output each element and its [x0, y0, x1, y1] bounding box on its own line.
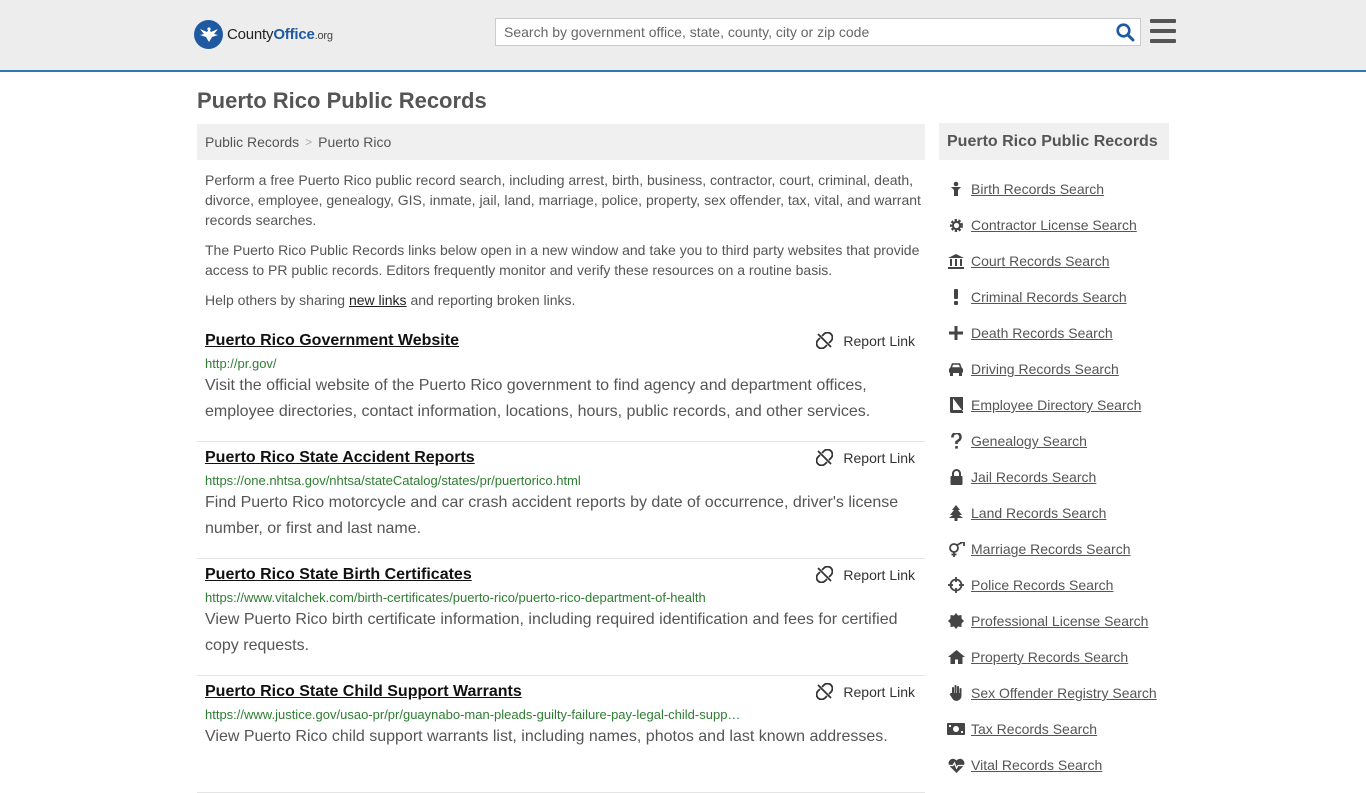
sidebar-link[interactable]: Employee Directory Search — [971, 397, 1141, 413]
page-title: Puerto Rico Public Records — [197, 88, 487, 113]
sidebar-item-sex-offender-registry: Sex Offender Registry Search — [939, 675, 1169, 711]
sidebar-link[interactable]: Land Records Search — [971, 505, 1106, 521]
sidebar-link[interactable]: Vital Records Search — [971, 757, 1102, 773]
sidebar-item-police-records: Police Records Search — [939, 567, 1169, 603]
search-button[interactable] — [1110, 19, 1140, 45]
result-item: Puerto Rico Government Website Report Li… — [197, 325, 925, 442]
sidebar-link[interactable]: Jail Records Search — [971, 469, 1096, 485]
sidebar-item-court-records: Court Records Search — [939, 243, 1169, 279]
sidebar-item-land-records: Land Records Search — [939, 495, 1169, 531]
results-list: Puerto Rico Government Website Report Li… — [197, 325, 925, 793]
result-description: Visit the official website of the Puerto… — [205, 377, 871, 420]
sidebar-link[interactable]: Professional License Search — [971, 613, 1148, 629]
logo-text: CountyOffice.org — [227, 26, 333, 43]
gender-icon — [947, 540, 965, 558]
result-description: View Puerto Rico child support warrants … — [205, 728, 888, 745]
result-url[interactable]: https://www.justice.gov/usao-pr/pr/guayn… — [205, 707, 785, 723]
result-url[interactable]: https://one.nhtsa.gov/nhtsa/stateCatalog… — [205, 473, 785, 489]
sidebar-item-property-records: Property Records Search — [939, 639, 1169, 675]
book-icon — [947, 396, 965, 414]
breadcrumb-separator: > — [305, 135, 313, 149]
intro-text: Perform a free Puerto Rico public record… — [205, 170, 921, 320]
search-icon — [1115, 22, 1134, 41]
sidebar-link[interactable]: Criminal Records Search — [971, 289, 1127, 305]
site-logo[interactable]: CountyOffice.org — [194, 20, 333, 49]
car-icon — [947, 360, 965, 378]
broken-link-icon — [816, 566, 834, 583]
sidebar-item-tax-records: Tax Records Search — [939, 711, 1169, 747]
sidebar-item-contractor-license: Contractor License Search — [939, 207, 1169, 243]
result-item: Puerto Rico State Accident Reports Repor… — [197, 442, 925, 559]
result-description: View Puerto Rico birth certificate infor… — [205, 611, 898, 654]
search-input[interactable] — [496, 19, 1110, 45]
tree-icon — [947, 504, 965, 522]
home-icon — [947, 648, 965, 666]
courthouse-icon — [947, 252, 965, 270]
breadcrumb-puerto-rico[interactable]: Puerto Rico — [318, 134, 391, 150]
sidebar-link[interactable]: Police Records Search — [971, 577, 1113, 593]
report-link-button[interactable]: Report Link — [816, 566, 915, 583]
sidebar-link[interactable]: Death Records Search — [971, 325, 1113, 341]
result-title-link[interactable]: Puerto Rico Government Website — [205, 331, 459, 351]
cross-icon — [947, 324, 965, 342]
badge-icon — [947, 612, 965, 630]
sidebar-link[interactable]: Tax Records Search — [971, 721, 1097, 737]
report-link-button[interactable]: Report Link — [816, 683, 915, 700]
new-links-link[interactable]: new links — [349, 292, 407, 308]
hand-icon — [947, 684, 965, 702]
result-url[interactable]: https://www.vitalchek.com/birth-certific… — [205, 590, 785, 606]
result-item: Puerto Rico State Birth Certificates Rep… — [197, 559, 925, 676]
sidebar-link[interactable]: Sex Offender Registry Search — [971, 685, 1157, 701]
intro-paragraph-3: Help others by sharing new links and rep… — [205, 292, 576, 308]
sidebar-item-vital-records: Vital Records Search — [939, 747, 1169, 783]
result-item: Puerto Rico State Child Support Warrants… — [197, 676, 925, 793]
result-title-link[interactable]: Puerto Rico State Accident Reports — [205, 448, 475, 468]
money-icon — [947, 720, 965, 738]
hamburger-menu-icon[interactable] — [1150, 19, 1176, 43]
sidebar-link[interactable]: Driving Records Search — [971, 361, 1119, 377]
sidebar-item-criminal-records: Criminal Records Search — [939, 279, 1169, 315]
result-description: Find Puerto Rico motorcycle and car cras… — [205, 494, 899, 537]
logo-eagle-icon — [194, 20, 223, 49]
baby-icon — [947, 180, 965, 198]
intro-paragraph-2: The Puerto Rico Public Records links bel… — [205, 242, 920, 278]
sidebar-item-marriage-records: Marriage Records Search — [939, 531, 1169, 567]
top-bar: CountyOffice.org — [0, 0, 1366, 72]
breadcrumb-public-records[interactable]: Public Records — [205, 134, 299, 150]
sidebar-item-jail-records: Jail Records Search — [939, 459, 1169, 495]
lock-icon — [947, 468, 965, 486]
broken-link-icon — [816, 683, 834, 700]
sidebar-title: Puerto Rico Public Records — [939, 123, 1169, 160]
sidebar-link[interactable]: Marriage Records Search — [971, 541, 1131, 557]
heartbeat-icon — [947, 756, 965, 774]
sidebar-item-birth-records: Birth Records Search — [939, 171, 1169, 207]
crosshair-icon — [947, 576, 965, 594]
sidebar-item-genealogy: Genealogy Search — [939, 423, 1169, 459]
sidebar-link[interactable]: Birth Records Search — [971, 181, 1104, 197]
sidebar-item-employee-directory: Employee Directory Search — [939, 387, 1169, 423]
question-icon — [947, 432, 965, 450]
sidebar-item-driving-records: Driving Records Search — [939, 351, 1169, 387]
sidebar: Puerto Rico Public Records Birth Records… — [939, 123, 1169, 783]
result-url[interactable]: http://pr.gov/ — [205, 356, 785, 372]
sidebar-item-death-records: Death Records Search — [939, 315, 1169, 351]
sidebar-link[interactable]: Property Records Search — [971, 649, 1128, 665]
gear-icon — [947, 216, 965, 234]
sidebar-link[interactable]: Genealogy Search — [971, 433, 1087, 449]
report-link-button[interactable]: Report Link — [816, 332, 915, 349]
broken-link-icon — [816, 332, 834, 349]
intro-paragraph-1: Perform a free Puerto Rico public record… — [205, 172, 921, 228]
broken-link-icon — [816, 449, 834, 466]
report-link-button[interactable]: Report Link — [816, 449, 915, 466]
sidebar-item-professional-license: Professional License Search — [939, 603, 1169, 639]
result-title-link[interactable]: Puerto Rico State Child Support Warrants — [205, 682, 522, 702]
sidebar-list: Birth Records Search Contractor License … — [939, 171, 1169, 783]
result-title-link[interactable]: Puerto Rico State Birth Certificates — [205, 565, 472, 585]
exclamation-icon — [947, 288, 965, 306]
breadcrumb: Public Records > Puerto Rico — [197, 124, 925, 160]
sidebar-link[interactable]: Court Records Search — [971, 253, 1110, 269]
search-box — [495, 18, 1141, 46]
sidebar-link[interactable]: Contractor License Search — [971, 217, 1137, 233]
